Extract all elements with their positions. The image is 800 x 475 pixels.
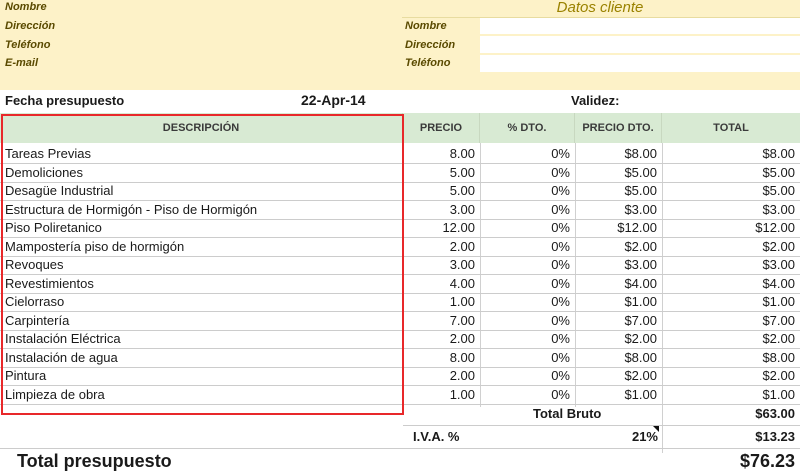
row-total[interactable]: $5.00: [662, 165, 795, 180]
row-dto[interactable]: 0%: [480, 220, 570, 235]
row-precio[interactable]: 2.00: [403, 239, 475, 254]
row-precio-dto[interactable]: $5.00: [575, 165, 657, 180]
row-dto[interactable]: 0%: [480, 368, 570, 383]
row-precio-dto[interactable]: $5.00: [575, 183, 657, 198]
row-total[interactable]: $2.00: [662, 331, 795, 346]
row-precio[interactable]: 2.00: [403, 368, 475, 383]
row-precio-dto[interactable]: $4.00: [575, 276, 657, 291]
row-dto[interactable]: 0%: [480, 331, 570, 346]
row-precio[interactable]: 3.00: [403, 202, 475, 217]
row-total[interactable]: $5.00: [662, 183, 795, 198]
comment-marker-icon: [653, 426, 659, 432]
row-total[interactable]: $1.00: [662, 387, 795, 402]
row-precio-dto[interactable]: $2.00: [575, 331, 657, 346]
col-dto[interactable]: % DTO.: [480, 113, 575, 143]
fecha-value[interactable]: 22-Apr-14: [301, 92, 366, 108]
row-total[interactable]: $2.00: [662, 239, 795, 254]
row-precio[interactable]: 8.00: [403, 146, 475, 161]
client-name-field[interactable]: [480, 18, 800, 34]
row-total[interactable]: $3.00: [662, 202, 795, 217]
row-precio-dto[interactable]: $1.00: [575, 387, 657, 402]
client-address-field[interactable]: [480, 36, 800, 53]
row-precio[interactable]: 4.00: [403, 276, 475, 291]
selection-highlight: [1, 114, 404, 415]
client-divider: [402, 17, 800, 18]
company-address-label: Dirección: [5, 20, 56, 32]
row-precio-dto[interactable]: $1.00: [575, 294, 657, 309]
row-dto[interactable]: 0%: [480, 146, 570, 161]
row-precio[interactable]: 5.00: [403, 183, 475, 198]
row-precio[interactable]: 12.00: [403, 220, 475, 235]
client-address-label: Dirección: [405, 39, 456, 51]
total-bruto-label: Total Bruto: [533, 406, 602, 421]
row-precio-dto[interactable]: $8.00: [575, 350, 657, 365]
col-precio[interactable]: PRECIO: [403, 113, 480, 143]
row-precio[interactable]: 1.00: [403, 294, 475, 309]
row-total[interactable]: $7.00: [662, 313, 795, 328]
total-bruto-value[interactable]: $63.00: [664, 406, 795, 421]
total-presupuesto-value[interactable]: $76.23: [664, 451, 795, 472]
client-name-label: Nombre: [405, 20, 447, 32]
validez-label: Validez:: [571, 93, 620, 108]
row-precio[interactable]: 1.00: [403, 387, 475, 402]
iva-value[interactable]: $13.23: [664, 429, 795, 444]
col-precio-dto[interactable]: PRECIO DTO.: [575, 113, 662, 143]
company-phone-label: Teléfono: [5, 39, 51, 51]
client-title: Datos cliente: [556, 0, 644, 16]
row-total[interactable]: $2.00: [662, 368, 795, 383]
row-dto[interactable]: 0%: [480, 202, 570, 217]
client-phone-label: Teléfono: [405, 57, 451, 69]
iva-percent[interactable]: 21%: [575, 429, 658, 444]
company-email-label: E-mail: [5, 57, 39, 69]
grand-total-divider: [0, 448, 800, 449]
row-total[interactable]: $1.00: [662, 294, 795, 309]
row-precio-dto[interactable]: $12.00: [575, 220, 657, 235]
row-precio-dto[interactable]: $8.00: [575, 146, 657, 161]
row-total[interactable]: $8.00: [662, 146, 795, 161]
row-precio[interactable]: 2.00: [403, 331, 475, 346]
row-dto[interactable]: 0%: [480, 350, 570, 365]
row-total[interactable]: $3.00: [662, 257, 795, 272]
row-precio-dto[interactable]: $2.00: [575, 239, 657, 254]
row-dto[interactable]: 0%: [480, 239, 570, 254]
row-total[interactable]: $4.00: [662, 276, 795, 291]
row-precio[interactable]: 5.00: [403, 165, 475, 180]
row-precio-dto[interactable]: $3.00: [575, 257, 657, 272]
col-total[interactable]: TOTAL: [662, 113, 800, 143]
row-dto[interactable]: 0%: [480, 276, 570, 291]
fecha-label: Fecha presupuesto: [5, 93, 125, 108]
row-precio-dto[interactable]: $7.00: [575, 313, 657, 328]
row-precio-dto[interactable]: $2.00: [575, 368, 657, 383]
row-precio[interactable]: 3.00: [403, 257, 475, 272]
row-precio-dto[interactable]: $3.00: [575, 202, 657, 217]
row-precio[interactable]: 7.00: [403, 313, 475, 328]
row-dto[interactable]: 0%: [480, 183, 570, 198]
row-dto[interactable]: 0%: [480, 165, 570, 180]
row-precio[interactable]: 8.00: [403, 350, 475, 365]
client-phone-field[interactable]: [480, 55, 800, 72]
row-total[interactable]: $8.00: [662, 350, 795, 365]
total-presupuesto-label: Total presupuesto: [17, 451, 172, 471]
iva-label: I.V.A. %: [413, 429, 460, 444]
row-dto[interactable]: 0%: [480, 294, 570, 309]
row-dto[interactable]: 0%: [480, 387, 570, 402]
row-dto[interactable]: 0%: [480, 257, 570, 272]
company-name-label: Nombre: [5, 1, 47, 13]
row-dto[interactable]: 0%: [480, 313, 570, 328]
row-total[interactable]: $12.00: [662, 220, 795, 235]
totals-divider: [403, 425, 800, 426]
